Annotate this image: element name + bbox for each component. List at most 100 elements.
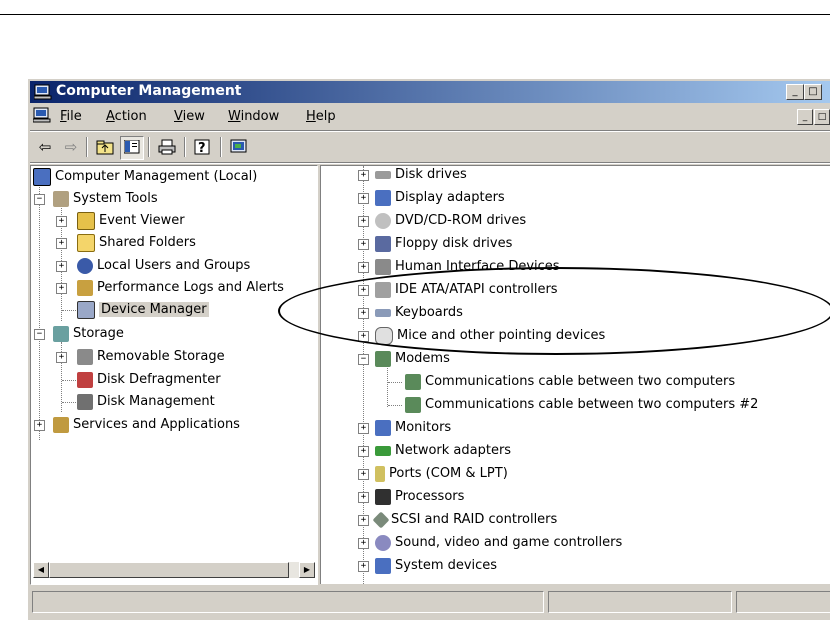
back-arrow-icon[interactable]: ⇦ xyxy=(34,136,56,158)
device-category-ide[interactable]: IDE ATA/ATAPI controllers xyxy=(375,279,558,301)
device-category-dvd[interactable]: DVD/CD-ROM drives xyxy=(375,210,526,232)
scroll-left-button[interactable]: ◀ xyxy=(33,562,49,578)
modem-icon xyxy=(405,396,421,413)
device-category-monitors[interactable]: Monitors xyxy=(375,417,451,439)
menu-view[interactable]: View xyxy=(174,109,205,124)
removable-storage-icon xyxy=(77,348,93,365)
menu-action[interactable]: Action xyxy=(106,109,147,124)
tree-node-event-viewer[interactable]: Event Viewer xyxy=(77,210,185,232)
title-bar[interactable]: Computer Management _ □ xyxy=(30,81,830,103)
expand-icon[interactable]: + xyxy=(358,170,369,181)
menu-file[interactable]: File xyxy=(60,109,82,124)
collapse-icon[interactable]: − xyxy=(34,194,45,205)
device-modem-comm-cable-2[interactable]: Communications cable between two compute… xyxy=(405,394,758,416)
device-category-scsi[interactable]: SCSI and RAID controllers xyxy=(372,509,557,531)
status-bar xyxy=(30,587,830,613)
tree-node-removable-storage[interactable]: Removable Storage xyxy=(77,346,225,368)
tree-node-root[interactable]: Computer Management (Local) xyxy=(33,166,257,188)
device-category-sound[interactable]: Sound, video and game controllers xyxy=(375,532,622,554)
device-category-disk-drives[interactable]: Disk drives xyxy=(375,166,467,186)
collapse-icon[interactable]: − xyxy=(34,329,45,340)
device-category-display-adapters[interactable]: Display adapters xyxy=(375,187,505,209)
console-tree-pane[interactable]: Computer Management (Local) − System Too… xyxy=(30,165,318,585)
tree-node-system-tools[interactable]: System Tools xyxy=(53,188,158,210)
expand-icon[interactable]: + xyxy=(358,538,369,549)
expand-icon[interactable]: + xyxy=(56,261,67,272)
expand-icon[interactable]: + xyxy=(56,283,67,294)
device-category-system[interactable]: System devices xyxy=(375,555,497,577)
collapse-icon[interactable]: − xyxy=(358,354,369,365)
processor-icon xyxy=(375,488,391,505)
toolbar-separator-line xyxy=(30,162,830,164)
expand-icon[interactable]: + xyxy=(358,446,369,457)
expand-icon[interactable]: + xyxy=(34,420,45,431)
toolbar-separator xyxy=(148,137,150,157)
expand-icon[interactable]: + xyxy=(358,239,369,250)
tree-node-device-manager[interactable]: Device Manager xyxy=(77,299,209,321)
properties-icon[interactable] xyxy=(228,136,250,158)
expand-icon[interactable]: + xyxy=(358,515,369,526)
menu-help[interactable]: Help xyxy=(306,109,336,124)
expand-icon[interactable]: + xyxy=(358,262,369,273)
device-category-mice[interactable]: Mice and other pointing devices xyxy=(375,325,605,347)
device-modem-comm-cable-1[interactable]: Communications cable between two compute… xyxy=(405,371,735,393)
tree-node-performance-logs[interactable]: Performance Logs and Alerts xyxy=(77,277,284,299)
horizontal-scrollbar[interactable]: ◀ ▶ xyxy=(33,562,315,578)
mmc-document-icon[interactable] xyxy=(32,107,51,127)
scroll-right-button[interactable]: ▶ xyxy=(299,562,315,578)
scroll-thumb[interactable] xyxy=(49,562,289,578)
help-icon[interactable]: ? xyxy=(192,136,214,158)
tree-line xyxy=(62,402,76,403)
tree-node-disk-management[interactable]: Disk Management xyxy=(77,391,215,413)
tree-line xyxy=(388,405,402,406)
monitor-icon xyxy=(375,419,391,436)
tree-node-shared-folders[interactable]: Shared Folders xyxy=(77,232,196,254)
tree-line xyxy=(62,310,76,311)
forward-arrow-icon[interactable]: ⇨ xyxy=(60,136,82,158)
expand-icon[interactable]: + xyxy=(358,423,369,434)
show-hide-tree-icon[interactable] xyxy=(120,136,144,160)
toolbar-separator xyxy=(86,137,88,157)
device-category-floppy[interactable]: Floppy disk drives xyxy=(375,233,512,255)
expand-icon[interactable]: + xyxy=(358,193,369,204)
expand-icon[interactable]: + xyxy=(56,352,67,363)
device-list-pane[interactable]: + Disk drives + Display adapters + DVD/C… xyxy=(320,165,830,584)
sound-icon xyxy=(375,534,391,551)
expand-icon[interactable]: + xyxy=(358,492,369,503)
device-category-modems[interactable]: Modems xyxy=(375,348,450,370)
menu-window[interactable]: Window xyxy=(228,109,279,124)
device-category-network[interactable]: Network adapters xyxy=(375,440,511,462)
expand-icon[interactable]: + xyxy=(358,216,369,227)
maximize-button[interactable]: □ xyxy=(804,84,822,100)
tree-line xyxy=(62,380,76,381)
mdi-minimize-button[interactable]: _ xyxy=(797,109,813,125)
expand-icon[interactable]: + xyxy=(56,238,67,249)
shared-folder-icon xyxy=(77,233,95,252)
mdi-restore-button[interactable]: □ xyxy=(814,109,830,125)
device-category-ports[interactable]: Ports (COM & LPT) xyxy=(375,463,508,485)
device-category-hid[interactable]: Human Interface Devices xyxy=(375,256,560,278)
disk-management-icon xyxy=(77,393,93,410)
expand-icon[interactable]: + xyxy=(358,308,369,319)
tree-node-storage[interactable]: Storage xyxy=(53,323,124,345)
tree-node-services[interactable]: Services and Applications xyxy=(53,414,240,436)
svg-text:?: ? xyxy=(198,141,206,155)
modem-icon xyxy=(405,373,421,390)
device-category-processors[interactable]: Processors xyxy=(375,486,464,508)
expand-icon[interactable]: + xyxy=(358,285,369,296)
tree-line xyxy=(388,382,402,383)
device-category-keyboards[interactable]: Keyboards xyxy=(375,302,463,324)
keyboard-icon xyxy=(375,308,391,317)
page-top-rule xyxy=(0,14,830,15)
tree-node-disk-defragmenter[interactable]: Disk Defragmenter xyxy=(77,369,221,391)
expand-icon[interactable]: + xyxy=(56,216,67,227)
up-folder-icon[interactable] xyxy=(94,136,116,158)
users-icon xyxy=(77,257,93,274)
expand-icon[interactable]: + xyxy=(358,561,369,572)
status-panel-main xyxy=(32,591,544,613)
tree-node-local-users[interactable]: Local Users and Groups xyxy=(77,255,250,277)
expand-icon[interactable]: + xyxy=(358,469,369,480)
print-icon[interactable] xyxy=(156,136,178,158)
minimize-button[interactable]: _ xyxy=(786,84,804,100)
expand-icon[interactable]: + xyxy=(358,331,369,342)
